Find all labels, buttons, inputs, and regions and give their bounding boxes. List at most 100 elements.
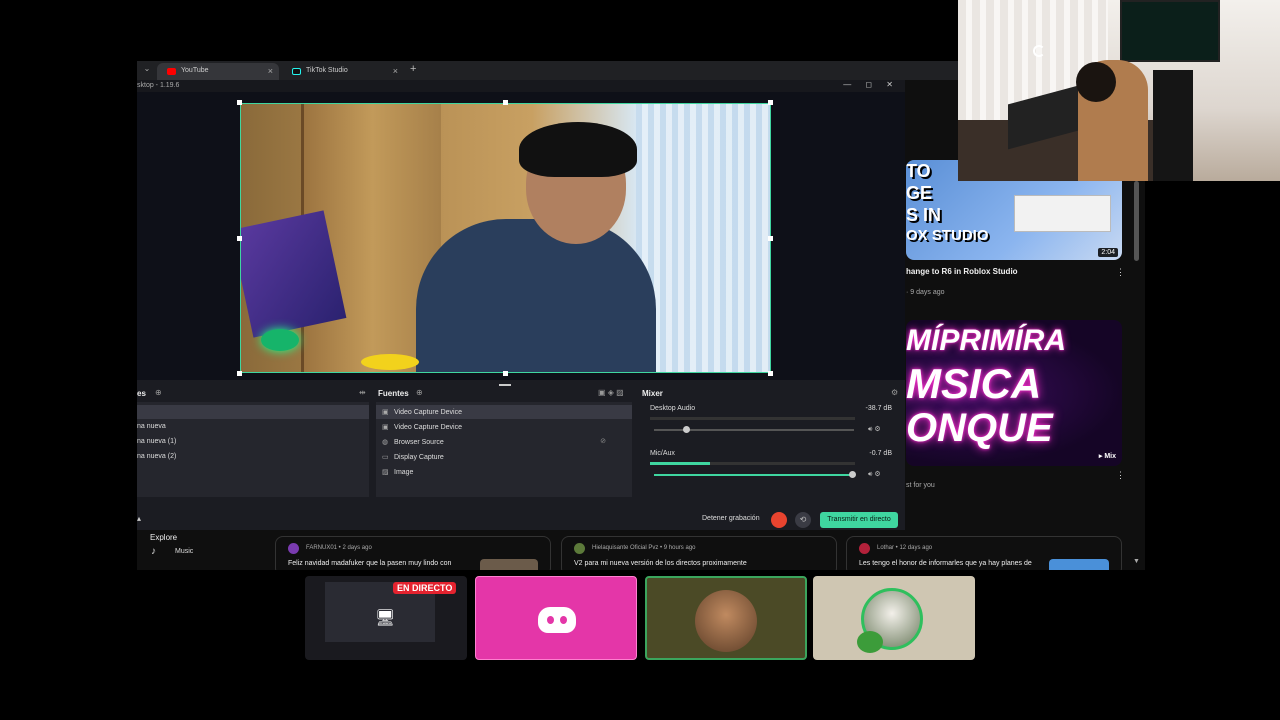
speaker-icon[interactable]: 🔊︎ ⚙ — [868, 425, 881, 434]
obs-docks: es ⊕ ⇹ na nueva na nueva (1) na nueva (2… — [137, 385, 905, 505]
thumbnail-text: MÍPRIMÍRA — [906, 324, 1066, 357]
monitor-icon: ▭ — [382, 454, 389, 461]
source-tools-icon[interactable]: ▣ ◈ ▨ — [598, 388, 624, 397]
resize-handle[interactable] — [768, 100, 773, 105]
volume-knob[interactable] — [683, 426, 690, 433]
globe-icon: ◍ — [382, 439, 389, 446]
window-title: sktop - 1.19.6 — [137, 82, 180, 89]
avatar — [859, 543, 870, 554]
tiktok-icon — [292, 68, 301, 75]
scene-item[interactable]: na nueva (1) — [137, 435, 176, 449]
logo-eye — [560, 616, 567, 624]
volume-slider[interactable] — [654, 474, 854, 476]
community-post[interactable]: Lothar • 12 days ago Les tengo el honor … — [846, 536, 1122, 570]
camera-icon: ▣ — [382, 424, 389, 431]
resize-handle[interactable] — [503, 100, 508, 105]
resize-handle[interactable] — [768, 236, 773, 241]
preview-canvas[interactable] — [137, 92, 905, 380]
window-controls[interactable]: — ◻ ✕ — [843, 80, 899, 89]
camera-source[interactable] — [240, 103, 771, 373]
slider-fill — [654, 474, 852, 476]
resize-handle[interactable] — [237, 371, 242, 376]
resize-handle[interactable] — [768, 371, 773, 376]
thumbnail-text: MSICA — [906, 360, 1042, 407]
scene-item[interactable]: na nueva (2) — [137, 450, 176, 464]
logo-eye — [547, 616, 554, 624]
post-author: Lothar • 12 days ago — [877, 545, 933, 551]
volume-knob[interactable] — [849, 471, 856, 478]
tab-label: TikTok Studio — [306, 67, 348, 74]
tab-youtube[interactable]: YouTube × — [157, 63, 279, 80]
channel-name: Mic/Aux — [650, 450, 675, 457]
post-author: Hielaquisante Oficial Pvz • 9 hours ago — [592, 545, 696, 551]
plant-badge-icon — [857, 631, 883, 653]
discord-user-tile[interactable] — [813, 576, 975, 660]
scroll-down-icon[interactable]: ▼ — [1133, 558, 1140, 565]
avatar — [574, 543, 585, 554]
sidebar-item-music[interactable]: Music — [175, 548, 193, 555]
close-tab-icon[interactable]: × — [268, 66, 273, 76]
tab-tiktok-studio[interactable]: TikTok Studio × — [282, 63, 404, 80]
discord-logo-icon — [538, 607, 576, 633]
mix-thumbnail[interactable]: MÍPRIMÍRA MSICA ONQUE ▸ Mix — [906, 320, 1122, 466]
source-label: Video Capture Device — [394, 424, 462, 431]
source-label: Video Capture Device — [394, 409, 462, 416]
monitor-icon: 🖥︎ — [375, 610, 396, 627]
post-author: FARNUX01 • 2 days ago — [306, 545, 372, 551]
source-label: Browser Source — [394, 439, 444, 446]
go-live-button[interactable]: Transmitir en directo — [820, 512, 898, 528]
stop-recording-button[interactable] — [771, 512, 787, 528]
replay-buffer-button[interactable]: ⟲ — [795, 512, 811, 528]
loading-spinner-icon — [1033, 45, 1045, 57]
new-tab-button[interactable]: + — [410, 63, 416, 75]
close-tab-icon[interactable]: × — [393, 66, 398, 76]
more-options-icon[interactable]: ⋮ — [1116, 470, 1125, 481]
mixer-settings-icon[interactable]: ⚙ — [891, 388, 898, 397]
source-item[interactable]: ▣ Video Capture Device — [376, 405, 632, 419]
source-item[interactable]: ◍ Browser Source ⊘ — [376, 435, 606, 449]
cursor-icon: ▴ — [137, 514, 142, 523]
lamp-image — [261, 329, 299, 351]
duration-badge: 2:04 — [1098, 248, 1118, 257]
source-item[interactable]: ▭ Display Capture — [376, 450, 444, 464]
scene-filter-icon[interactable]: ⇹ — [359, 388, 366, 397]
more-options-icon[interactable]: ⋮ — [1116, 267, 1125, 278]
video-meta: · 9 days ago — [906, 289, 945, 296]
avatar — [288, 543, 299, 554]
community-post[interactable]: FARNUX01 • 2 days ago Feliz navidad mada… — [275, 536, 551, 570]
banana-image — [361, 354, 419, 370]
screen-share-tile[interactable]: EN DIRECTO 🖥︎ — [305, 576, 467, 660]
community-post[interactable]: Hielaquisante Oficial Pvz • 9 hours ago … — [561, 536, 837, 570]
tv-image — [1120, 0, 1220, 62]
mix-badge: ▸ Mix — [1098, 453, 1116, 460]
scenes-header: es — [137, 389, 146, 398]
source-item[interactable]: ▣ Video Capture Device — [376, 420, 462, 434]
scenes-list: na nueva na nueva (1) na nueva (2) — [137, 402, 369, 497]
resize-handle[interactable] — [503, 371, 508, 376]
tab-search-dropdown[interactable]: ⌄ — [141, 64, 153, 76]
thumbnail-text: ONQUE — [906, 406, 1053, 450]
add-source-icon[interactable]: ⊕ — [416, 388, 423, 397]
explore-heading: Explore — [150, 533, 178, 542]
video-title[interactable]: hange to R6 in Roblox Studio — [906, 267, 1018, 276]
audio-meter — [650, 417, 855, 420]
camera-icon: ▣ — [382, 409, 389, 416]
scene-item[interactable] — [137, 405, 369, 419]
thumbnail-text: OX STUDIO — [906, 227, 989, 244]
source-item[interactable]: ▨ Image — [376, 465, 413, 479]
audio-meter — [650, 462, 855, 465]
meter-level — [650, 462, 710, 465]
resize-handle[interactable] — [237, 236, 242, 241]
tab-label: YouTube — [181, 67, 209, 74]
live-badge: EN DIRECTO — [393, 582, 457, 594]
add-scene-icon[interactable]: ⊕ — [155, 388, 162, 397]
speaker-icon[interactable]: 🔊︎ ⚙ — [868, 470, 881, 479]
discord-user-tile[interactable] — [475, 576, 637, 660]
discord-user-tile-speaking[interactable] — [645, 576, 807, 660]
post-text: Les tengo el honor de informarles que ya… — [859, 560, 1032, 567]
scene-item[interactable]: na nueva — [137, 420, 166, 434]
scrollbar-thumb[interactable] — [1134, 181, 1139, 261]
hidden-eye-icon[interactable]: ⊘ — [600, 437, 606, 445]
resize-handle[interactable] — [237, 100, 242, 105]
person-hair-image — [519, 122, 637, 177]
